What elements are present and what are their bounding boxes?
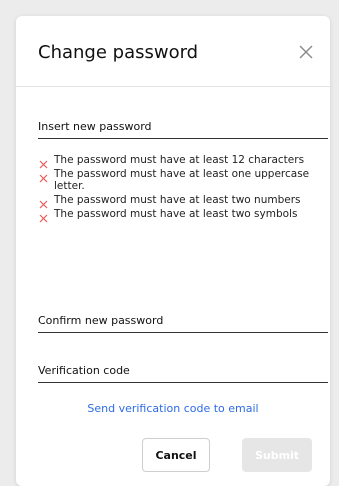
password-rule-text: The password must have at least two symb…: [54, 208, 298, 220]
send-verification-code-link[interactable]: Send verification code to email: [16, 402, 330, 415]
x-icon: [39, 174, 48, 183]
submit-button[interactable]: Submit: [242, 438, 312, 472]
password-rules-list: The password must have at least 12 chara…: [38, 154, 328, 223]
password-rule: The password must have at least one uppe…: [38, 168, 328, 192]
dialog-title: Change password: [38, 42, 199, 63]
confirm-password-field[interactable]: Confirm new password: [38, 314, 328, 333]
password-rule-text: The password must have at least 12 chara…: [54, 154, 305, 166]
password-rule: The password must have at least two symb…: [38, 208, 328, 223]
change-password-dialog: Change password Insert new password The …: [16, 16, 330, 486]
close-icon[interactable]: [296, 42, 316, 62]
verification-code-field[interactable]: Verification code: [38, 364, 328, 383]
dialog-header: Change password: [16, 16, 330, 87]
password-rule: The password must have at least two numb…: [38, 194, 328, 209]
x-icon: [39, 214, 48, 223]
password-rule-text: The password must have at least two numb…: [54, 194, 301, 206]
password-rule-text: The password must have at least one uppe…: [54, 168, 310, 192]
password-rule: The password must have at least 12 chara…: [38, 154, 328, 169]
new-password-field[interactable]: Insert new password: [38, 120, 328, 139]
cancel-button[interactable]: Cancel: [142, 438, 210, 472]
